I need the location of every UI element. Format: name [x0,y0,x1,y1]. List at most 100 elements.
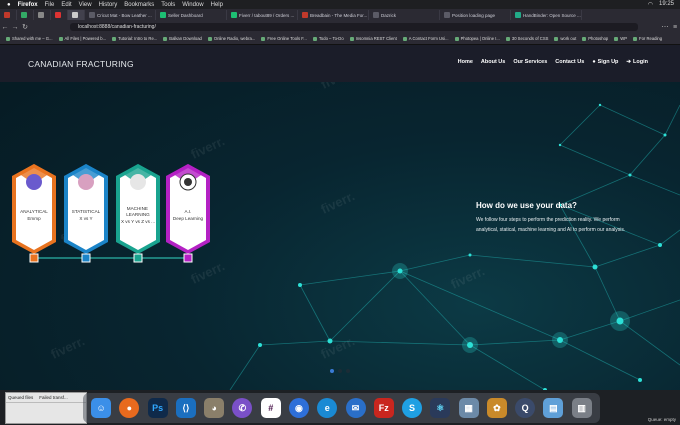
nav-home[interactable]: Home [458,59,473,65]
forward-icon[interactable]: → [10,24,20,31]
browser-tab[interactable] [17,10,34,20]
react-studio-icon[interactable]: ⚛ [430,398,451,418]
browser-tab[interactable] [51,10,68,20]
tab-favicon-icon [231,12,237,18]
bookmark-icon [207,36,212,41]
maps-icon[interactable]: ◉ [288,398,309,418]
skype-icon[interactable]: S [402,398,423,418]
bookmark-label: Online Radio, webra... [213,36,256,41]
browser-tab[interactable]: Position loading page [440,10,511,20]
bookmark-item[interactable]: Online Radio, webra... [207,36,256,41]
downloads-folder-icon[interactable]: ▤ [543,398,564,418]
wifi-icon[interactable]: ◠ [648,1,653,8]
photoshop-icon[interactable]: Ps [147,398,168,418]
slack-icon[interactable]: # [260,398,281,418]
clock[interactable]: 19:25 [659,1,674,8]
bookmark-label: All Files | Powered b... [64,36,107,41]
carousel-dot[interactable] [330,369,334,373]
browser-tab-bar: Cricut Mat - Bow Leather ... Seller Dash… [0,9,680,21]
site-logo[interactable]: CANADIAN FRACTURING [28,59,134,69]
step-statistical[interactable]: STATISTICAL X vs Y [64,164,108,263]
browser-tab-active[interactable] [68,10,85,20]
bookmark-item[interactable]: Free Online Tools F... [261,36,307,41]
step-machine-learning[interactable]: MACHINE LEARNING X vs Y vs Z vs ... [116,164,160,263]
menu-help[interactable]: Help [211,2,223,8]
address-bar[interactable]: localhost:8888/canadian-fracturing/ [70,23,638,31]
carousel-dot[interactable] [346,369,350,373]
menu-window[interactable]: Window [182,2,203,8]
step-analytical[interactable]: ANALYTICAL Emmp [12,164,56,263]
nav-login-link[interactable]: ➔ Login [626,59,648,65]
bookmark-item[interactable]: For Reading [633,36,662,41]
tab-favicon-icon [72,12,78,18]
step-title: ANALYTICAL [20,209,48,214]
browser-tab[interactable]: Seller Dashboard [156,10,227,20]
carousel-dot[interactable] [338,369,342,373]
nav-our-services[interactable]: Our Services [513,59,547,65]
filezilla-icon[interactable]: Fz [373,398,394,418]
menu-tools[interactable]: Tools [161,2,175,8]
reload-icon[interactable]: ↻ [20,23,30,31]
bookmark-icon [163,36,168,41]
browser-tab[interactable]: Cricut Mat - Bow Leather ... [85,10,156,20]
bookmark-item[interactable]: A Contact Form Usi... [402,36,449,41]
bookmark-icon [633,36,638,41]
bookmark-item[interactable]: Insomnia REST Client [349,36,397,41]
ftp-queued-tab[interactable]: Queued files [8,395,33,400]
bookmark-label: Insomnia REST Client [355,36,397,41]
browser-tab[interactable] [0,10,17,20]
edge-icon[interactable]: e [317,398,338,418]
step-ai[interactable]: A.I. Deep Learning [166,164,210,263]
menu-edit[interactable]: Edit [61,2,71,8]
preview-icon[interactable]: ▦ [458,398,479,418]
tab-label: Position loading page [452,12,496,18]
menu-history[interactable]: History [99,2,118,8]
menu-firefox[interactable]: Firefox [18,2,38,8]
nav-contact-us[interactable]: Contact Us [555,59,584,65]
nav-about-us[interactable]: About Us [481,59,505,65]
bookmark-item[interactable]: Shared with me – G... [6,36,53,41]
tab-label: Cricut Mat - Bow Leather ... [97,12,152,18]
bookmark-item[interactable]: Photopea | Online I... [454,36,500,41]
bookmark-item[interactable]: Todo – To-Do [312,36,344,41]
browser-tab[interactable]: Fiverr / tabout89 / Orders ... [227,10,298,20]
nav-sign-up: Sign Up [597,59,619,65]
bookmark-item[interactable]: All Files | Powered b... [58,36,107,41]
bookmark-item[interactable]: Photoshop [582,36,608,41]
bookmark-item[interactable]: 30 Seconds of CSS [505,36,549,41]
bookmark-item[interactable]: Tutorial: Intro to Re... [112,36,157,41]
browser-tab[interactable]: HandBinder: Open Source ... [511,10,582,20]
browser-tab[interactable] [34,10,51,20]
gimp-icon[interactable]: ◕ [204,398,225,418]
menu-icon[interactable]: ≡ [670,24,680,31]
ftp-queue-panel: Queued files Failed transf... [5,392,87,424]
menu-bookmarks[interactable]: Bookmarks [124,2,154,8]
trash-icon[interactable]: ▥ [571,398,592,418]
browser-tab[interactable]: Breadbain - The Media For... [298,10,369,20]
bookmark-item[interactable]: WP [614,36,627,41]
macos-menubar: ● Firefox File Edit View History Bookmar… [0,0,680,9]
statistical-illustration-icon [78,174,94,190]
bookmark-label: 30 Seconds of CSS [511,36,549,41]
nav-sign-up-link[interactable]: ● Sign Up [592,59,618,65]
nav-login: Login [633,59,648,65]
quicktime-icon[interactable]: Q [515,398,536,418]
viber-icon[interactable]: ✆ [232,398,253,418]
back-icon[interactable]: ← [0,24,10,31]
bookmark-item[interactable]: work out [554,36,576,41]
step-subtitle: X vs Y [79,216,92,221]
menu-view[interactable]: View [79,2,92,8]
thunderbird-icon[interactable]: ✉ [345,398,366,418]
browser-tab[interactable]: Dazrick [369,10,440,20]
game-icon[interactable]: ✿ [486,398,507,418]
menu-file[interactable]: File [45,2,55,8]
tab-label: Breadbain - The Media For... [310,12,368,18]
apple-menu-icon[interactable]: ● [7,2,11,8]
extensions-icon[interactable]: ⋯ [660,23,670,31]
vscode-icon[interactable]: ⟨⟩ [175,398,196,418]
firefox-icon[interactable]: ● [119,398,140,418]
ftp-failed-tab[interactable]: Failed transf... [39,395,68,400]
finder-icon[interactable]: ☺ [91,398,112,418]
bookmark-item[interactable]: Balkan Download [163,36,202,41]
tab-favicon-icon [89,12,95,18]
